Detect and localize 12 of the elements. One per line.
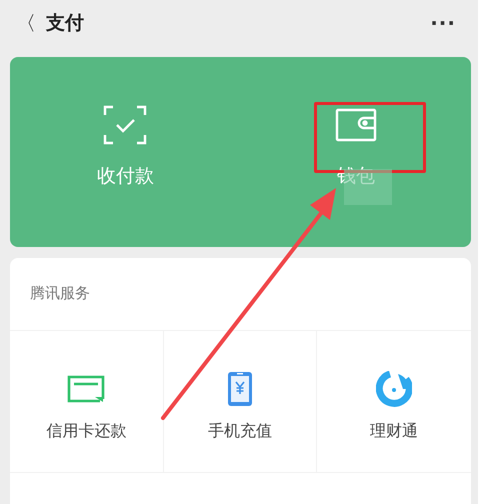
page-title: 支付 (46, 11, 85, 36)
wallet-icon (334, 108, 377, 142)
card-icon (67, 375, 106, 403)
section-title: 腾讯服务 (29, 283, 91, 304)
scan-icon (103, 105, 148, 145)
service-label[interactable]: 信用卡还款 (46, 421, 126, 442)
service-label[interactable]: 理财通 (370, 421, 418, 442)
service-label[interactable]: 手机充值 (208, 421, 272, 442)
more-button[interactable]: ··· (430, 11, 456, 35)
back-button[interactable]: 〈 (16, 10, 46, 36)
coin-cycle-icon (376, 371, 412, 407)
phone-icon (226, 371, 253, 407)
